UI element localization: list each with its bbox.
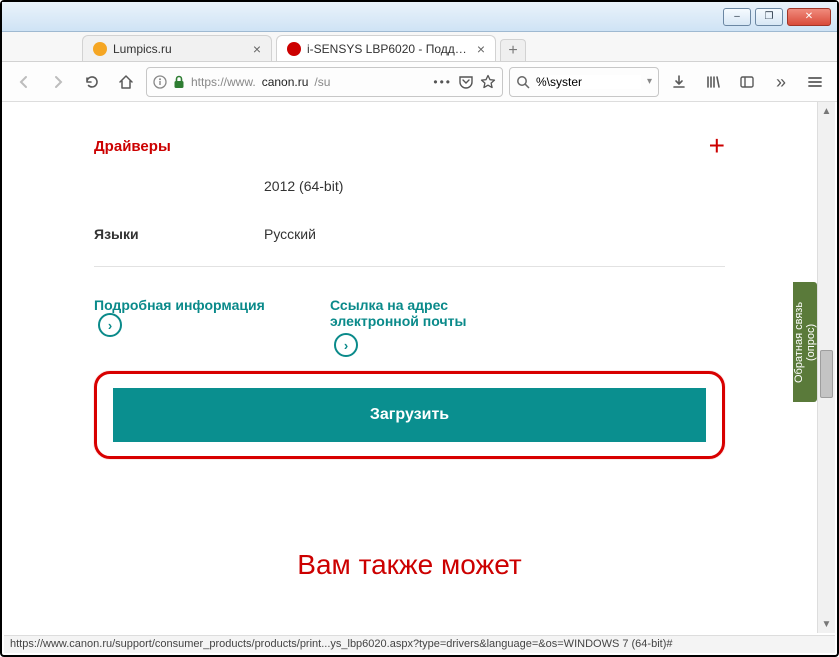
close-icon[interactable]: × bbox=[253, 42, 261, 56]
favicon-icon bbox=[287, 42, 301, 56]
scrollbar-thumb[interactable] bbox=[820, 350, 833, 398]
status-bar: https://www.canon.ru/support/consumer_pr… bbox=[4, 635, 835, 653]
tab-canon[interactable]: i-SENSYS LBP6020 - Поддержка × bbox=[276, 35, 496, 61]
url-prefix: https://www. bbox=[191, 75, 256, 89]
page-viewport: Драйверы + 2012 (64-bit) Языки Русский П… bbox=[4, 102, 815, 633]
chevron-right-icon: › bbox=[334, 333, 358, 357]
divider bbox=[94, 266, 725, 267]
info-icon[interactable] bbox=[153, 75, 167, 89]
scroll-down-icon[interactable]: ▼ bbox=[818, 615, 835, 633]
url-host: canon.ru bbox=[262, 75, 309, 89]
window-titlebar: – ❐ ✕ bbox=[2, 2, 837, 32]
new-tab-button[interactable]: + bbox=[500, 39, 526, 61]
search-bar[interactable]: ▾ bbox=[509, 67, 659, 97]
library-button[interactable] bbox=[699, 68, 727, 96]
more-info-label: Подробная информация bbox=[94, 297, 265, 313]
search-input[interactable] bbox=[536, 75, 641, 89]
window-maximize-button[interactable]: ❐ bbox=[755, 8, 783, 26]
forward-button[interactable] bbox=[44, 68, 72, 96]
bookmark-star-icon[interactable] bbox=[480, 74, 496, 90]
scrollbar-vertical[interactable]: ▲ ▼ bbox=[817, 102, 835, 633]
scroll-up-icon[interactable]: ▲ bbox=[818, 102, 835, 120]
expand-plus-icon[interactable]: + bbox=[709, 132, 725, 160]
url-path: /su bbox=[314, 75, 330, 89]
email-link-label: Ссылка на адрес электронной почты bbox=[330, 297, 466, 329]
section-title: Драйверы bbox=[94, 138, 171, 155]
highlight-annotation: Загрузить bbox=[94, 371, 725, 459]
sidebar-button[interactable] bbox=[733, 68, 761, 96]
scrollbar-track[interactable] bbox=[818, 120, 835, 615]
menu-button[interactable] bbox=[801, 68, 829, 96]
page-actions-icon[interactable]: ••• bbox=[433, 75, 452, 89]
address-bar[interactable]: https://www. canon.ru/su ••• bbox=[146, 67, 503, 97]
reload-button[interactable] bbox=[78, 68, 106, 96]
lock-icon[interactable] bbox=[173, 75, 185, 89]
window-minimize-button[interactable]: – bbox=[723, 8, 751, 26]
chevron-right-icon: › bbox=[98, 313, 122, 337]
language-label: Языки bbox=[94, 226, 264, 242]
close-icon[interactable]: × bbox=[477, 42, 485, 56]
pocket-icon[interactable] bbox=[458, 74, 474, 90]
search-icon bbox=[516, 75, 530, 89]
email-link[interactable]: Ссылка на адрес электронной почты › bbox=[330, 297, 510, 357]
overflow-button[interactable]: » bbox=[767, 68, 795, 96]
language-value: Русский bbox=[264, 226, 725, 242]
feedback-tab[interactable]: Обратная связь (опрос) bbox=[793, 282, 817, 402]
tab-label: i-SENSYS LBP6020 - Поддержка bbox=[307, 42, 471, 56]
more-info-link[interactable]: Подробная информация › bbox=[94, 297, 274, 357]
downloads-button[interactable] bbox=[665, 68, 693, 96]
download-button[interactable]: Загрузить bbox=[113, 388, 706, 442]
tab-label: Lumpics.ru bbox=[113, 42, 247, 56]
back-button[interactable] bbox=[10, 68, 38, 96]
browser-toolbar: https://www. canon.ru/su ••• ▾ » bbox=[2, 62, 837, 102]
os-value: 2012 (64-bit) bbox=[264, 178, 725, 194]
related-heading: Вам также может bbox=[94, 549, 725, 581]
tab-lumpics[interactable]: Lumpics.ru × bbox=[82, 35, 272, 61]
favicon-icon bbox=[93, 42, 107, 56]
window-close-button[interactable]: ✕ bbox=[787, 8, 831, 26]
tab-strip: Lumpics.ru × i-SENSYS LBP6020 - Поддержк… bbox=[2, 32, 837, 62]
home-button[interactable] bbox=[112, 68, 140, 96]
chevron-down-icon[interactable]: ▾ bbox=[647, 76, 652, 87]
